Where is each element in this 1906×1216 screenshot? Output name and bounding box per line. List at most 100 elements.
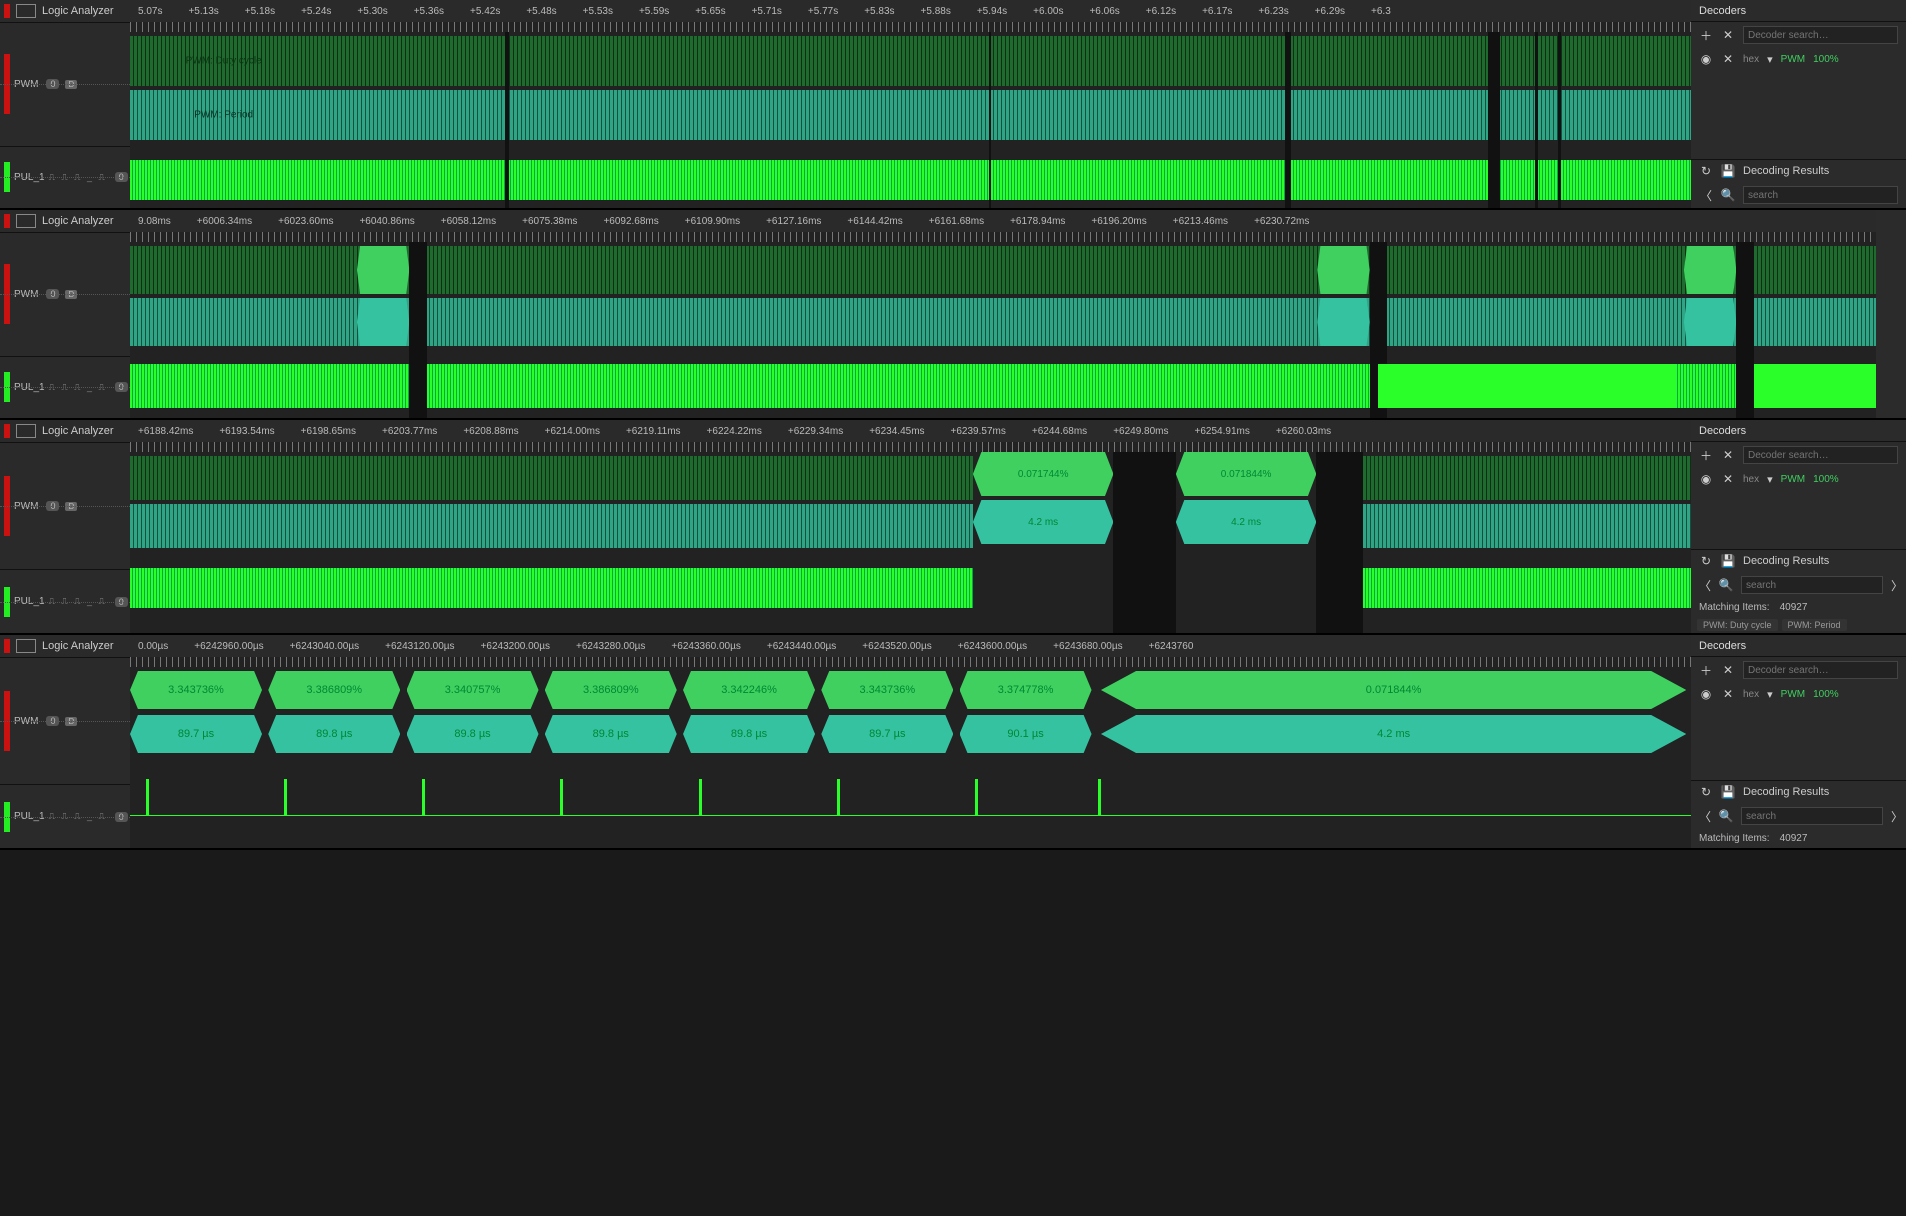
results-search-input[interactable] [1741, 807, 1883, 825]
format-select[interactable]: hex [1743, 474, 1759, 485]
channel-pul[interactable]: PUL_1 ⎍ ⎍ ⎍ _ ⎍ 0 [0, 146, 130, 208]
decoders-title: Decoders [1691, 0, 1906, 22]
time-tick: +6198.65ms [301, 426, 356, 437]
channel-pul[interactable]: PUL_1 ⎍ ⎍ ⎍ _ ⎍ 0 [0, 569, 130, 633]
time-tick: +6243520.00µs [862, 641, 931, 652]
time-ruler[interactable]: 9.08ms+6006.34ms+6023.60ms+6040.86ms+605… [130, 210, 1876, 232]
time-tick: +6208.88ms [463, 426, 518, 437]
format-select[interactable]: hex [1743, 54, 1759, 65]
eye-icon[interactable]: ◉ [1699, 687, 1713, 701]
history-icon[interactable]: ↻ [1699, 554, 1713, 568]
close-icon[interactable]: ✕ [1721, 472, 1735, 486]
time-tick: +5.30s [357, 6, 387, 17]
pulse-edge [560, 779, 563, 815]
pulse-edge [1098, 779, 1101, 815]
format-select[interactable]: hex [1743, 689, 1759, 700]
logic-analyzer-title: Logic Analyzer [42, 215, 114, 227]
time-tick: +5.53s [583, 6, 613, 17]
time-tick: +6213.46ms [1173, 216, 1228, 227]
channel-pul[interactable]: PUL_1 ⎍ ⎍ ⎍ _ ⎍ 0 [0, 356, 130, 418]
pulse-edge [146, 779, 149, 815]
channel-pwm[interactable]: PWM 0 D [0, 657, 130, 784]
time-tick: +6260.03ms [1276, 426, 1331, 437]
waveform-area-p2[interactable]: 9.08ms+6006.34ms+6023.60ms+6040.86ms+605… [130, 210, 1876, 418]
time-ruler[interactable]: 5.07s+5.13s+5.18s+5.24s+5.30s+5.36s+5.42… [130, 0, 1691, 22]
history-icon[interactable]: ↻ [1699, 785, 1713, 799]
search-icon[interactable]: 🔍 [1719, 578, 1733, 592]
time-ruler[interactable]: 0.00µs+6242960.00µs+6243040.00µs+6243120… [130, 635, 1691, 657]
time-tick: +5.18s [245, 6, 275, 17]
close-icon[interactable]: ✕ [1721, 448, 1735, 462]
history-icon[interactable]: ↻ [1699, 164, 1713, 178]
results-search-input[interactable] [1743, 186, 1898, 204]
results-search-input[interactable] [1741, 576, 1883, 594]
plus-icon[interactable]: ＋ [1699, 663, 1713, 677]
decoder-search-input[interactable] [1743, 446, 1898, 464]
logic-analyzer-title: Logic Analyzer [42, 5, 114, 17]
time-tick: +6109.90ms [685, 216, 740, 227]
time-tick: +6023.60ms [278, 216, 333, 227]
forward-icon[interactable]: 〉 [1891, 809, 1903, 823]
search-icon[interactable]: 🔍 [1719, 809, 1733, 823]
time-tick: +5.83s [864, 6, 894, 17]
duty-flag: 3.343736% [130, 671, 262, 709]
time-tick: +6214.00ms [545, 426, 600, 437]
decoder-name: PWM [1781, 54, 1805, 65]
back-icon[interactable]: 〈 [1699, 188, 1713, 202]
time-tick: +5.36s [414, 6, 444, 17]
plus-icon[interactable]: ＋ [1699, 448, 1713, 462]
channel-pul[interactable]: PUL_1 ⎍ ⎍ ⎍ _ ⎍ 0 [0, 784, 130, 848]
close-icon[interactable]: ✕ [1721, 28, 1735, 42]
eye-icon[interactable]: ◉ [1699, 472, 1713, 486]
logic-analyzer-header: Logic Analyzer [0, 420, 130, 442]
time-tick: +6.29s [1315, 6, 1345, 17]
logic-analyzer-header: Logic Analyzer [0, 0, 130, 22]
decoder-search-input[interactable] [1743, 661, 1898, 679]
save-icon[interactable]: 💾 [1721, 785, 1735, 799]
channel-pwm[interactable]: PWM 0 D [0, 232, 130, 356]
pulse-edge [699, 779, 702, 815]
time-ruler[interactable]: +6188.42ms+6193.54ms+6198.65ms+6203.77ms… [130, 420, 1691, 442]
decoder-search-input[interactable] [1743, 26, 1898, 44]
back-icon[interactable]: 〈 [1699, 578, 1711, 592]
duty-flag: 3.374778% [960, 671, 1092, 709]
waveform-area-p4[interactable]: 0.00µs+6242960.00µs+6243040.00µs+6243120… [130, 635, 1691, 848]
save-icon[interactable]: 💾 [1721, 554, 1735, 568]
time-tick: +6242960.00µs [194, 641, 263, 652]
time-tick: +5.13s [188, 6, 218, 17]
channel-pwm[interactable]: PWM 0 D [0, 442, 130, 569]
eye-icon[interactable]: ◉ [1699, 52, 1713, 66]
channel-pwm[interactable]: PWM 0 D [0, 22, 130, 146]
time-tick: +6.23s [1258, 6, 1288, 17]
time-tick: +6196.20ms [1091, 216, 1146, 227]
logic-analyzer-title: Logic Analyzer [42, 425, 114, 437]
close-icon[interactable]: ✕ [1721, 687, 1735, 701]
time-tick: +6193.54ms [219, 426, 274, 437]
waveform-area-p3[interactable]: +6188.42ms+6193.54ms+6198.65ms+6203.77ms… [130, 420, 1691, 633]
save-icon[interactable]: 💾 [1721, 164, 1735, 178]
time-tick: +6243440.00µs [767, 641, 836, 652]
time-tick: +6.12s [1146, 6, 1176, 17]
waveform-icon [16, 4, 36, 18]
tab-period[interactable]: PWM: Period [1782, 619, 1847, 631]
logic-analyzer-header: Logic Analyzer [0, 210, 130, 232]
forward-icon[interactable]: 〉 [1891, 578, 1903, 592]
back-icon[interactable]: 〈 [1699, 809, 1711, 823]
waveform-area-p1[interactable]: 5.07s+5.13s+5.18s+5.24s+5.30s+5.36s+5.42… [130, 0, 1691, 208]
pulse-edge [837, 779, 840, 815]
close-icon[interactable]: ✕ [1721, 52, 1735, 66]
time-tick: +6075.38ms [522, 216, 577, 227]
time-tick: +6.3 [1371, 6, 1391, 17]
decoding-results-title: Decoding Results [1743, 165, 1829, 177]
period-flag: 4.2 ms [973, 500, 1113, 544]
tab-duty-cycle[interactable]: PWM: Duty cycle [1697, 619, 1778, 631]
duty-flag: 3.386809% [545, 671, 677, 709]
time-tick: 9.08ms [138, 216, 171, 227]
pulse-baseline [130, 815, 1691, 816]
plus-icon[interactable]: ＋ [1699, 28, 1713, 42]
search-icon[interactable]: 🔍 [1721, 188, 1735, 202]
decoders-title: Decoders [1691, 635, 1906, 657]
decoder-name: PWM [1781, 474, 1805, 485]
close-icon[interactable]: ✕ [1721, 663, 1735, 677]
waveform-icon [16, 214, 36, 228]
